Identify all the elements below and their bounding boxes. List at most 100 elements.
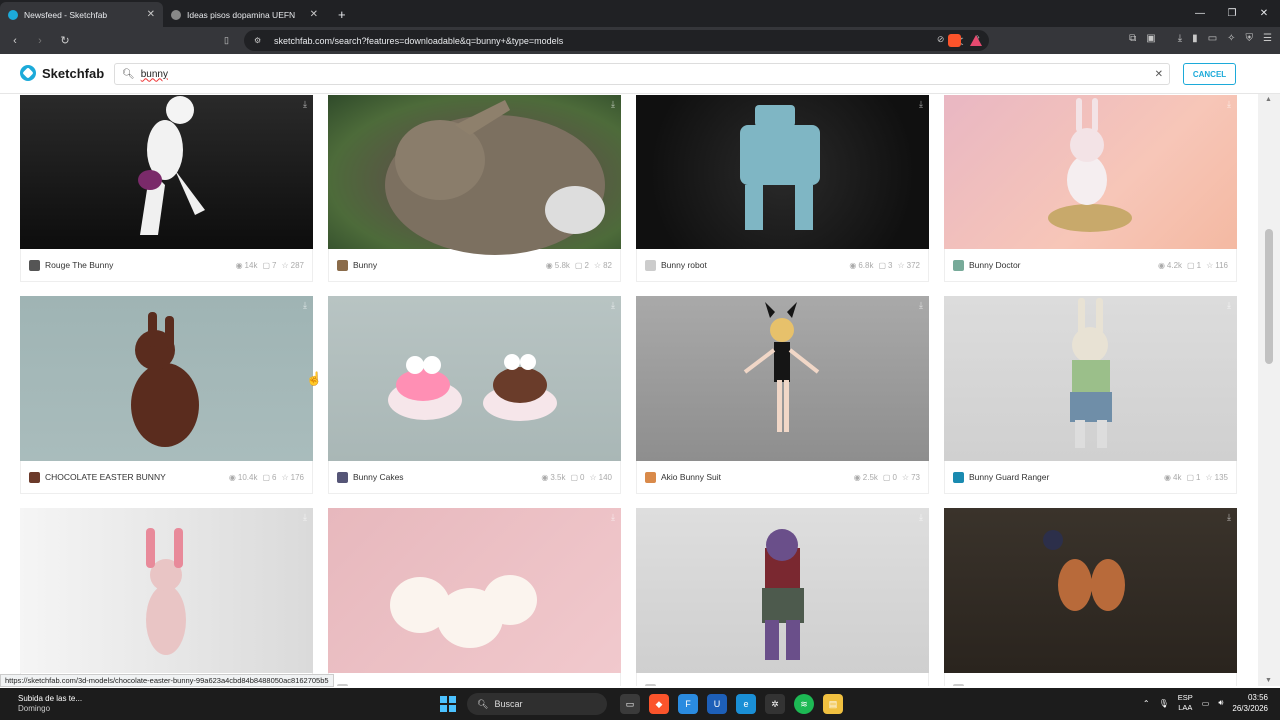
download-icon[interactable]: ⤓ xyxy=(1178,33,1182,44)
task-view-icon[interactable]: ▭ xyxy=(620,694,640,714)
menu-icon[interactable]: ☰ xyxy=(1263,33,1272,44)
author-avatar[interactable] xyxy=(337,683,348,686)
model-thumbnail[interactable]: ⤓ xyxy=(636,95,929,249)
fortnite-icon[interactable]: F xyxy=(678,694,698,714)
model-title[interactable]: CHOCOLATE EASTER BUNNY xyxy=(45,472,229,482)
author-avatar[interactable] xyxy=(953,471,964,483)
model-title[interactable]: Bunny xyxy=(353,260,546,270)
download-icon[interactable]: ⤓ xyxy=(611,99,615,110)
forward-icon[interactable]: › xyxy=(30,35,50,47)
download-icon[interactable]: ⤓ xyxy=(919,99,923,110)
model-thumbnail[interactable]: ⤓ xyxy=(944,95,1237,249)
edge-icon[interactable]: e xyxy=(736,694,756,714)
model-card[interactable]: ⤓ Bunny robot ◉ 6.8k ▢ 3 ☆ 372 xyxy=(636,95,929,282)
model-card[interactable]: ⤓ xyxy=(328,508,621,686)
author-avatar[interactable] xyxy=(645,471,656,483)
sketchfab-logo[interactable]: Sketchfab xyxy=(20,65,104,81)
model-title[interactable]: Akio Bunny Suit xyxy=(661,472,854,482)
author-avatar[interactable] xyxy=(29,471,40,483)
minimize-icon[interactable]: — xyxy=(1184,0,1216,27)
clock[interactable]: 03:56 26/3/2026 xyxy=(1232,692,1268,714)
model-thumbnail[interactable]: ⤓ xyxy=(20,95,313,249)
author-avatar[interactable] xyxy=(953,259,964,271)
file-explorer-icon[interactable]: ▤ xyxy=(823,694,843,714)
page-scrollbar[interactable]: ▲ ▼ xyxy=(1258,94,1280,686)
model-title[interactable]: Bunny Doctor xyxy=(969,260,1158,270)
weather-widget[interactable]: Subida de las te... Domingo xyxy=(18,694,82,714)
vpn-icon[interactable]: ⛨ xyxy=(1246,33,1254,44)
bookmark-icon[interactable]: ▯ xyxy=(224,35,229,46)
model-card[interactable]: ⤓ CHOCOLATE EASTER BUNNY ◉ 10.4k ▢ 6 ☆ 176 xyxy=(20,296,313,494)
tracking-icon[interactable]: ⊘ xyxy=(937,34,945,47)
new-tab-icon[interactable]: + xyxy=(338,7,346,22)
tab-ideas[interactable]: Ideas pisos dopamina UEFN ✕ xyxy=(163,2,326,27)
model-card[interactable]: ⤓ xyxy=(944,508,1237,686)
model-card[interactable]: ⤓ Akio Bunny Suit ◉ 2.5k ▢ 0 ☆ 73 xyxy=(636,296,929,494)
model-title[interactable]: Bunny robot xyxy=(661,260,849,270)
reload-icon[interactable]: ↻ xyxy=(55,34,75,47)
model-thumbnail[interactable]: ⤓ xyxy=(636,296,929,461)
close-window-icon[interactable]: ✕ xyxy=(1248,0,1280,27)
download-icon[interactable]: ⤓ xyxy=(919,512,923,523)
model-thumbnail[interactable]: ⤓ xyxy=(328,95,621,249)
model-card[interactable]: ⤓ Bunny Guard Ranger ◉ 4k ▢ 1 ☆ 135 xyxy=(944,296,1237,494)
site-info-icon[interactable]: ⚙ xyxy=(254,36,261,45)
model-card[interactable]: ⤓ xyxy=(20,508,313,686)
input-language[interactable]: ESP LAA xyxy=(1178,693,1193,713)
model-thumbnail[interactable]: ⤓ xyxy=(328,508,621,673)
tab-newsfeed[interactable]: Newsfeed - Sketchfab ✕ xyxy=(0,2,163,27)
download-icon[interactable]: ⤓ xyxy=(1227,99,1231,110)
restore-icon[interactable]: ❐ xyxy=(1216,0,1248,27)
download-icon[interactable]: ⤓ xyxy=(1227,512,1231,523)
cancel-button[interactable]: CANCEL xyxy=(1183,63,1236,85)
model-card[interactable]: ⤓ Bunny Doctor ◉ 4.2k ▢ 1 ☆ 116 xyxy=(944,95,1237,282)
download-icon[interactable]: ⤓ xyxy=(611,300,615,311)
author-avatar[interactable] xyxy=(337,471,348,483)
model-card[interactable]: ⤓ xyxy=(636,508,929,686)
brave-shields-icon[interactable] xyxy=(948,34,961,47)
microphone-icon[interactable]: 🎙︎ xyxy=(1159,699,1169,708)
scroll-down-icon[interactable]: ▼ xyxy=(1265,677,1272,684)
scroll-up-icon[interactable]: ▲ xyxy=(1265,96,1272,103)
close-tab-icon[interactable]: ✕ xyxy=(147,9,155,20)
model-card[interactable]: ⤓ Bunny ◉ 5.8k ▢ 2 ☆ 82 xyxy=(328,95,621,282)
model-thumbnail[interactable]: ⤓ xyxy=(944,296,1237,461)
spotify-icon[interactable]: ≋ xyxy=(794,694,814,714)
start-icon[interactable] xyxy=(440,696,456,712)
chatgpt-icon[interactable]: ✲ xyxy=(765,694,785,714)
sidebar-icon[interactable]: ▮ xyxy=(1192,33,1198,44)
model-thumbnail[interactable]: ⤓ xyxy=(20,508,313,673)
model-title[interactable]: Bunny Guard Ranger xyxy=(969,472,1164,482)
wallet-icon[interactable]: ▭ xyxy=(1208,33,1217,44)
model-title[interactable]: Bunny Cakes xyxy=(353,472,541,482)
brave-rewards-icon[interactable] xyxy=(970,35,982,46)
url-field[interactable]: ▯ ⚙ sketchfab.com/search?features=downlo… xyxy=(224,30,989,51)
clear-search-icon[interactable]: ✕ xyxy=(1155,69,1163,80)
model-thumbnail[interactable]: ⤓ xyxy=(944,508,1237,673)
taskbar-search[interactable]: 🔍︎ Buscar xyxy=(467,693,607,715)
author-avatar[interactable] xyxy=(645,259,656,271)
extensions-icon[interactable]: ⧉ xyxy=(1129,33,1136,44)
download-icon[interactable]: ⤓ xyxy=(303,99,307,110)
search-input[interactable]: 🔍︎ bunny ✕ xyxy=(114,63,1170,85)
brave-browser-icon[interactable]: ◆ xyxy=(649,694,669,714)
author-avatar[interactable] xyxy=(29,259,40,271)
volume-icon[interactable]: 🔊︎ xyxy=(1218,698,1223,708)
screenshot-icon[interactable]: ▣ xyxy=(1146,33,1155,44)
model-card[interactable]: ⤓ Bunny Cakes ◉ 3.5k ▢ 0 ☆ 140 xyxy=(328,296,621,494)
download-icon[interactable]: ⤓ xyxy=(611,512,615,523)
model-card[interactable]: ⤓ Rouge The Bunny ◉ 14k ▢ 7 ☆ 287 xyxy=(20,95,313,282)
model-thumbnail[interactable]: ⤓ xyxy=(636,508,929,673)
close-tab-icon[interactable]: ✕ xyxy=(310,9,318,20)
leo-icon[interactable]: ✧ xyxy=(1227,33,1235,44)
download-icon[interactable]: ⤓ xyxy=(919,300,923,311)
author-avatar[interactable] xyxy=(953,683,964,686)
back-icon[interactable]: ‹ xyxy=(5,35,25,47)
model-thumbnail[interactable]: ⤓ xyxy=(20,296,313,461)
unreal-icon[interactable]: U xyxy=(707,694,727,714)
scrollbar-thumb[interactable] xyxy=(1265,229,1273,364)
download-icon[interactable]: ⤓ xyxy=(303,300,307,311)
author-avatar[interactable] xyxy=(645,683,656,686)
tray-chevron-icon[interactable]: ⌃ xyxy=(1143,699,1150,708)
author-avatar[interactable] xyxy=(337,259,348,271)
